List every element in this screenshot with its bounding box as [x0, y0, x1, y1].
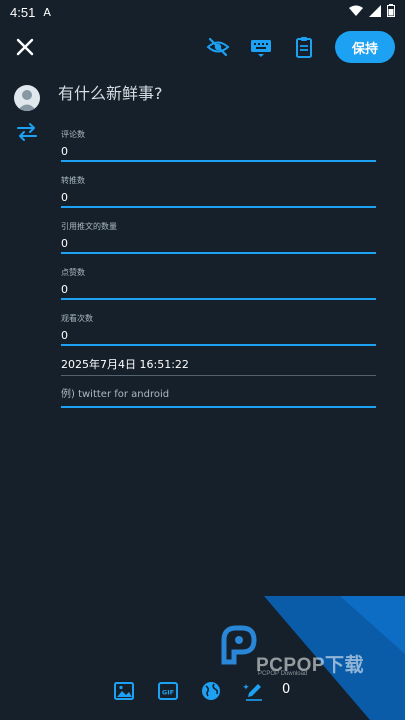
wifi-icon: [349, 5, 363, 16]
client-underline: [61, 406, 376, 408]
field-value[interactable]: 0: [61, 237, 376, 250]
field-quotes[interactable]: 引用推文的数量 0: [61, 221, 376, 254]
field-value[interactable]: 0: [61, 329, 376, 342]
gif-icon[interactable]: GIF: [157, 680, 179, 702]
field-value[interactable]: 0: [61, 145, 376, 158]
battery-icon: [387, 4, 395, 17]
field-retweets[interactable]: 转推数 0: [61, 175, 376, 208]
field-underline: [61, 344, 376, 346]
field-underline: [61, 252, 376, 254]
field-underline: [61, 160, 376, 162]
clipboard-icon[interactable]: [292, 35, 316, 59]
field-value[interactable]: 0: [61, 283, 376, 296]
datetime-picker[interactable]: 2025年7月4日 16:51:22: [61, 356, 189, 372]
field-likes[interactable]: 点赞数 0: [61, 267, 376, 300]
field-replies[interactable]: 评论数 0: [61, 129, 376, 162]
tweet-text-input[interactable]: 有什么新鲜事?: [58, 80, 163, 104]
watermark-subtext: PCPOP Download: [258, 671, 308, 677]
field-views[interactable]: 观看次数 0: [61, 313, 376, 346]
eye-off-icon[interactable]: [206, 35, 230, 59]
signal-icon: [369, 4, 381, 17]
edit-icon[interactable]: [243, 680, 265, 702]
svg-text:GIF: GIF: [162, 689, 174, 697]
field-label: 评论数: [61, 130, 85, 139]
status-icons: [349, 4, 395, 17]
save-button[interactable]: 保持: [335, 31, 395, 63]
notification-icon: A: [43, 5, 51, 19]
globe-icon[interactable]: [200, 680, 222, 702]
swap-account-icon[interactable]: [16, 122, 38, 142]
avatar[interactable]: [14, 85, 40, 111]
status-time: 4:51: [10, 4, 36, 20]
field-label: 转推数: [61, 176, 85, 185]
default-avatar-icon: [17, 90, 37, 111]
field-label: 引用推文的数量: [61, 222, 117, 231]
close-icon[interactable]: [14, 36, 36, 58]
keyboard-icon[interactable]: [249, 35, 273, 59]
field-value[interactable]: 0: [61, 191, 376, 204]
watermark-logo-icon: [221, 625, 257, 665]
bottom-toolbar: GIF 0: [0, 680, 405, 704]
toolbar: 保持: [0, 24, 405, 70]
image-icon[interactable]: [113, 680, 135, 702]
client-input[interactable]: 例) twitter for android: [61, 385, 376, 401]
datetime-underline: [61, 375, 376, 376]
field-label: 观看次数: [61, 314, 93, 323]
field-underline: [61, 298, 376, 300]
field-underline: [61, 206, 376, 208]
character-count: 0: [282, 682, 291, 697]
status-bar: 4:51 A: [0, 0, 405, 24]
field-label: 点赞数: [61, 268, 85, 277]
